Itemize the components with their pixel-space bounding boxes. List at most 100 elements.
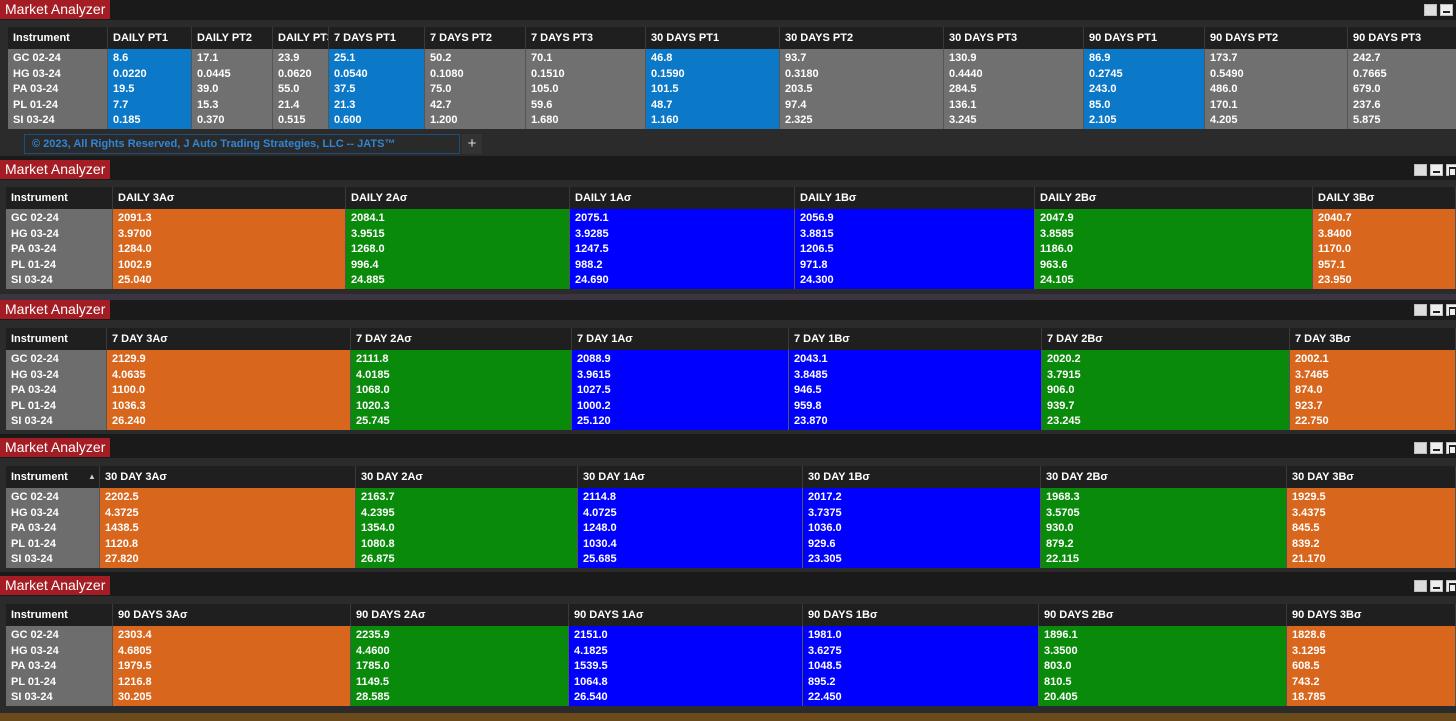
value-cell[interactable]: 39.0 xyxy=(197,82,272,98)
value-cell[interactable]: 2202.5 xyxy=(105,490,355,506)
value-cell[interactable]: 0.0445 xyxy=(197,67,272,83)
column-header[interactable]: 7 DAY 2Aσ xyxy=(351,328,572,350)
value-cell[interactable]: 23.870 xyxy=(794,414,1041,430)
column-header[interactable]: 30 DAY 2Bσ xyxy=(1041,466,1287,488)
value-cell[interactable]: 803.0 xyxy=(1044,659,1286,675)
value-cell[interactable]: 3.1295 xyxy=(1292,644,1455,660)
value-cell[interactable]: 1120.8 xyxy=(105,537,355,553)
value-cell[interactable]: 15.3 xyxy=(197,98,272,114)
value-cell[interactable]: 1981.0 xyxy=(808,628,1038,644)
value-cell[interactable]: 59.6 xyxy=(531,98,645,114)
value-cell[interactable]: 85.0 xyxy=(1089,98,1204,114)
value-cell[interactable]: 3.8585 xyxy=(1040,227,1312,243)
value-cell[interactable]: 3.7915 xyxy=(1047,368,1289,384)
value-cell[interactable]: 1929.5 xyxy=(1292,490,1455,506)
value-cell[interactable]: 1186.0 xyxy=(1040,242,1312,258)
value-cell[interactable]: 3.8400 xyxy=(1318,227,1455,243)
restore-icon[interactable] xyxy=(1414,304,1427,316)
value-cell[interactable]: 25.1 xyxy=(334,51,424,67)
value-cell[interactable]: 21.4 xyxy=(278,98,328,114)
instrument-cell[interactable]: PA 03-24 xyxy=(13,82,107,98)
value-cell[interactable]: 21.3 xyxy=(334,98,424,114)
column-header[interactable]: DAILY 3Bσ xyxy=(1313,187,1456,209)
value-cell[interactable]: 2002.1 xyxy=(1295,352,1455,368)
value-cell[interactable]: 24.690 xyxy=(575,273,794,289)
value-cell[interactable]: 2114.8 xyxy=(583,490,802,506)
value-cell[interactable]: 42.7 xyxy=(430,98,525,114)
minimize-icon[interactable] xyxy=(1430,304,1443,316)
value-cell[interactable]: 879.2 xyxy=(1046,537,1286,553)
instrument-cell[interactable]: SI 03-24 xyxy=(11,552,99,568)
value-cell[interactable]: 2111.8 xyxy=(356,352,571,368)
value-cell[interactable]: 86.9 xyxy=(1089,51,1204,67)
column-header[interactable]: 30 DAYS PT2 xyxy=(780,27,944,49)
instrument-cell[interactable]: PA 03-24 xyxy=(11,659,112,675)
value-cell[interactable]: 1968.3 xyxy=(1046,490,1286,506)
sort-ascending-icon[interactable]: ▲ xyxy=(88,466,96,488)
value-cell[interactable]: 1036.3 xyxy=(112,399,350,415)
value-cell[interactable]: 1.200 xyxy=(430,113,525,129)
minimize-icon[interactable] xyxy=(1430,442,1443,454)
value-cell[interactable]: 0.370 xyxy=(197,113,272,129)
value-cell[interactable]: 0.0540 xyxy=(334,67,424,83)
value-cell[interactable]: 0.185 xyxy=(113,113,191,129)
column-header[interactable]: DAILY PT1 xyxy=(108,27,192,49)
value-cell[interactable]: 1000.2 xyxy=(577,399,788,415)
value-cell[interactable]: 37.5 xyxy=(334,82,424,98)
column-header[interactable]: 7 DAYS PT1 xyxy=(329,27,425,49)
value-cell[interactable]: 1539.5 xyxy=(574,659,802,675)
value-cell[interactable]: 18.785 xyxy=(1292,690,1455,706)
panel-titlebar[interactable]: Market Analyzer xyxy=(0,160,1456,180)
value-cell[interactable]: 17.1 xyxy=(197,51,272,67)
minimize-icon[interactable] xyxy=(1440,4,1453,16)
value-cell[interactable]: 0.4440 xyxy=(949,67,1083,83)
value-cell[interactable]: 97.4 xyxy=(785,98,943,114)
instrument-cell[interactable]: PL 01-24 xyxy=(11,399,106,415)
value-cell[interactable]: 4.3725 xyxy=(105,506,355,522)
value-cell[interactable]: 679.0 xyxy=(1353,82,1456,98)
tab-copyright[interactable]: © 2023, All Rights Reserved, J Auto Trad… xyxy=(24,134,460,154)
value-cell[interactable]: 4.1825 xyxy=(574,644,802,660)
value-cell[interactable]: 1785.0 xyxy=(356,659,568,675)
restore-icon[interactable] xyxy=(1414,164,1427,176)
value-cell[interactable]: 1149.5 xyxy=(356,675,568,691)
value-cell[interactable]: 1896.1 xyxy=(1044,628,1286,644)
instrument-cell[interactable]: PL 01-24 xyxy=(11,675,112,691)
value-cell[interactable]: 7.7 xyxy=(113,98,191,114)
value-cell[interactable]: 1247.5 xyxy=(575,242,794,258)
value-cell[interactable]: 957.1 xyxy=(1318,258,1455,274)
value-cell[interactable]: 3.245 xyxy=(949,113,1083,129)
value-cell[interactable]: 23.950 xyxy=(1318,273,1455,289)
value-cell[interactable]: 1216.8 xyxy=(118,675,350,691)
maximize-icon[interactable] xyxy=(1446,580,1456,592)
value-cell[interactable]: 1100.0 xyxy=(112,383,350,399)
value-cell[interactable]: 1048.5 xyxy=(808,659,1038,675)
value-cell[interactable]: 3.4375 xyxy=(1292,506,1455,522)
value-cell[interactable]: 3.9285 xyxy=(575,227,794,243)
value-cell[interactable]: 1284.0 xyxy=(118,242,345,258)
value-cell[interactable]: 3.6275 xyxy=(808,644,1038,660)
value-cell[interactable]: 1979.5 xyxy=(118,659,350,675)
value-cell[interactable]: 4.6805 xyxy=(118,644,350,660)
panel-titlebar[interactable]: Market Analyzer xyxy=(0,0,1456,20)
column-header[interactable]: 90 DAYS PT1 xyxy=(1084,27,1205,49)
value-cell[interactable]: 3.9700 xyxy=(118,227,345,243)
value-cell[interactable]: 1248.0 xyxy=(583,521,802,537)
value-cell[interactable]: 0.2745 xyxy=(1089,67,1204,83)
column-header[interactable]: 30 DAY 1Aσ xyxy=(578,466,803,488)
value-cell[interactable]: 242.7 xyxy=(1353,51,1456,67)
value-cell[interactable]: 5.875 xyxy=(1353,113,1456,129)
value-cell[interactable]: 1027.5 xyxy=(577,383,788,399)
value-cell[interactable]: 23.9 xyxy=(278,51,328,67)
value-cell[interactable]: 1828.6 xyxy=(1292,628,1455,644)
value-cell[interactable]: 1438.5 xyxy=(105,521,355,537)
value-cell[interactable]: 2084.1 xyxy=(351,211,569,227)
column-header[interactable]: 7 DAYS PT3 xyxy=(526,27,646,49)
value-cell[interactable]: 930.0 xyxy=(1046,521,1286,537)
column-header-instrument[interactable]: Instrument xyxy=(6,328,107,350)
value-cell[interactable]: 0.0220 xyxy=(113,67,191,83)
column-header[interactable]: 7 DAY 1Aσ xyxy=(572,328,789,350)
value-cell[interactable]: 608.5 xyxy=(1292,659,1455,675)
instrument-cell[interactable]: HG 03-24 xyxy=(11,644,112,660)
restore-icon[interactable] xyxy=(1414,442,1427,454)
